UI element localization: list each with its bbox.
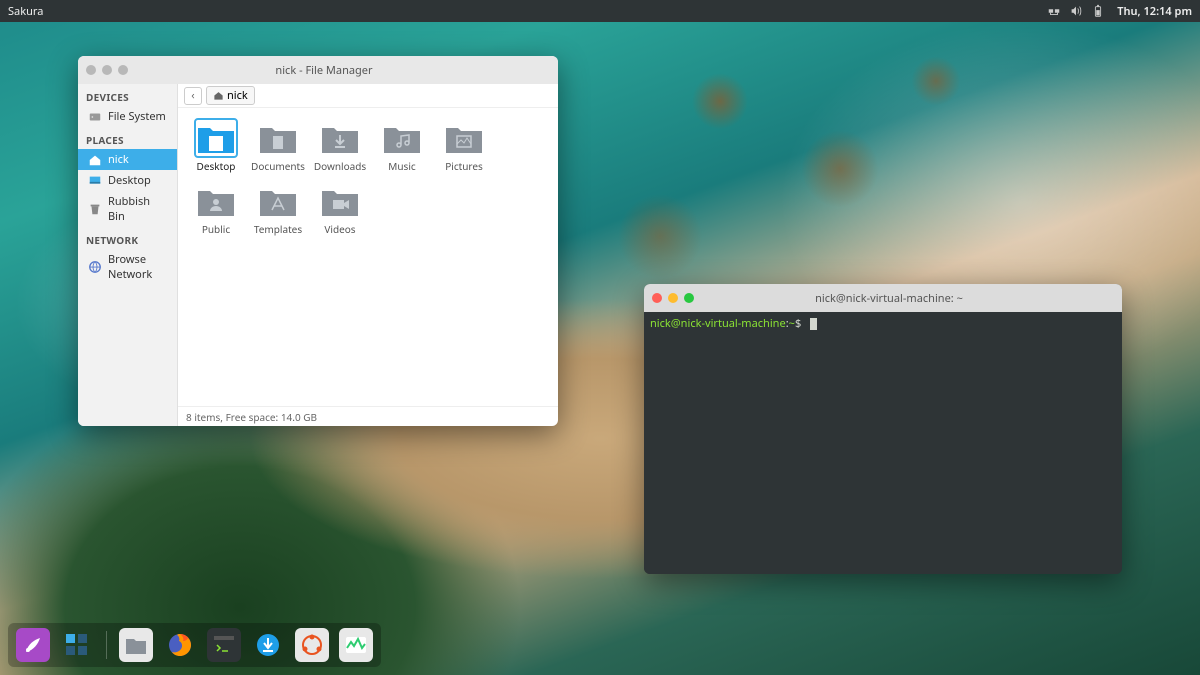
folder-icon [196,120,236,156]
folder-music[interactable]: Music [372,118,432,175]
dock-separator [106,631,107,659]
folder-documents[interactable]: Documents [248,118,308,175]
sidebar-item-label: nick [108,152,129,167]
dock-terminal[interactable] [207,628,241,662]
folder-public[interactable]: Public [186,181,246,238]
network-icon[interactable] [1047,4,1061,18]
breadcrumb-label: nick [227,88,248,103]
breadcrumb-home[interactable]: nick [206,86,255,105]
folder-label: Downloads [314,159,366,173]
sidebar-header-network: NETWORK [78,227,177,249]
folder-icon [258,183,298,219]
icon-grid: Desktop Documents Downloads Music Pictur… [178,108,558,406]
drive-icon [88,110,102,124]
dock-software[interactable] [295,628,329,662]
prompt-user: nick@nick-virtual-machine [650,316,786,331]
file-manager-window: nick - File Manager DEVICES File System … [78,56,558,426]
minimize-button[interactable] [668,293,678,303]
folder-videos[interactable]: Videos [310,181,370,238]
folder-desktop[interactable]: Desktop [186,118,246,175]
folder-label: Pictures [445,159,483,173]
folder-icon [196,183,236,219]
close-button[interactable] [86,65,96,75]
folder-icon [258,120,298,156]
home-icon [88,153,102,167]
folder-icon [382,120,422,156]
app-menu[interactable]: Sakura [8,4,43,19]
terminal-window: nick@nick-virtual-machine: ~ nick@nick-v… [644,284,1122,574]
sidebar-item-label: Rubbish Bin [108,194,169,224]
minimize-button[interactable] [102,65,112,75]
window-title: nick - File Manager [138,63,550,78]
folder-templates[interactable]: Templates [248,181,308,238]
dock-monitor[interactable] [339,628,373,662]
back-button[interactable]: ‹ [184,87,202,105]
maximize-button[interactable] [118,65,128,75]
prompt-char: $ [795,316,801,331]
sidebar-item-label: Desktop [108,173,151,188]
sidebar-item-home[interactable]: nick [78,149,177,170]
folder-label: Music [388,159,415,173]
sidebar-item-desktop[interactable]: Desktop [78,170,177,191]
file-manager-main: ‹ nick Desktop Documents Downloads [178,84,558,426]
sidebar-item-label: Browse Network [108,252,169,282]
file-manager-sidebar: DEVICES File System PLACES nick Desktop … [78,84,178,426]
home-icon [213,90,224,101]
status-bar: 8 items, Free space: 14.0 GB [178,406,558,426]
terminal-cursor [810,318,817,330]
maximize-button[interactable] [684,293,694,303]
folder-icon [444,120,484,156]
window-controls [86,65,128,75]
trash-icon [88,202,102,216]
window-controls [652,293,694,303]
folder-label: Desktop [197,159,236,173]
window-title: nick@nick-virtual-machine: ~ [704,291,1114,306]
path-bar: ‹ nick [178,84,558,108]
dock-downloads[interactable] [251,628,285,662]
dock-launcher[interactable] [16,628,50,662]
network-browse-icon [88,260,102,274]
sidebar-item-filesystem[interactable]: File System [78,106,177,127]
dock-workspaces[interactable] [60,628,94,662]
folder-icon [320,120,360,156]
dock-files[interactable] [119,628,153,662]
folder-label: Templates [254,222,302,236]
top-panel: Sakura Thu, 12:14 pm [0,0,1200,22]
folder-label: Public [202,222,230,236]
file-manager-titlebar[interactable]: nick - File Manager [78,56,558,84]
folder-downloads[interactable]: Downloads [310,118,370,175]
system-tray: Thu, 12:14 pm [1047,4,1192,19]
sidebar-item-trash[interactable]: Rubbish Bin [78,191,177,227]
terminal-titlebar[interactable]: nick@nick-virtual-machine: ~ [644,284,1122,312]
clock[interactable]: Thu, 12:14 pm [1117,4,1192,19]
terminal-body[interactable]: nick@nick-virtual-machine:~$ [644,312,1122,574]
folder-pictures[interactable]: Pictures [434,118,494,175]
volume-icon[interactable] [1069,4,1083,18]
folder-label: Documents [251,159,305,173]
folder-label: Videos [324,222,355,236]
battery-icon[interactable] [1091,4,1105,18]
sidebar-header-places: PLACES [78,127,177,149]
close-button[interactable] [652,293,662,303]
sidebar-item-network[interactable]: Browse Network [78,249,177,285]
sidebar-item-label: File System [108,109,166,124]
dock [8,623,381,667]
sidebar-header-devices: DEVICES [78,84,177,106]
folder-icon [320,183,360,219]
dock-firefox[interactable] [163,628,197,662]
desktop-icon [88,174,102,188]
